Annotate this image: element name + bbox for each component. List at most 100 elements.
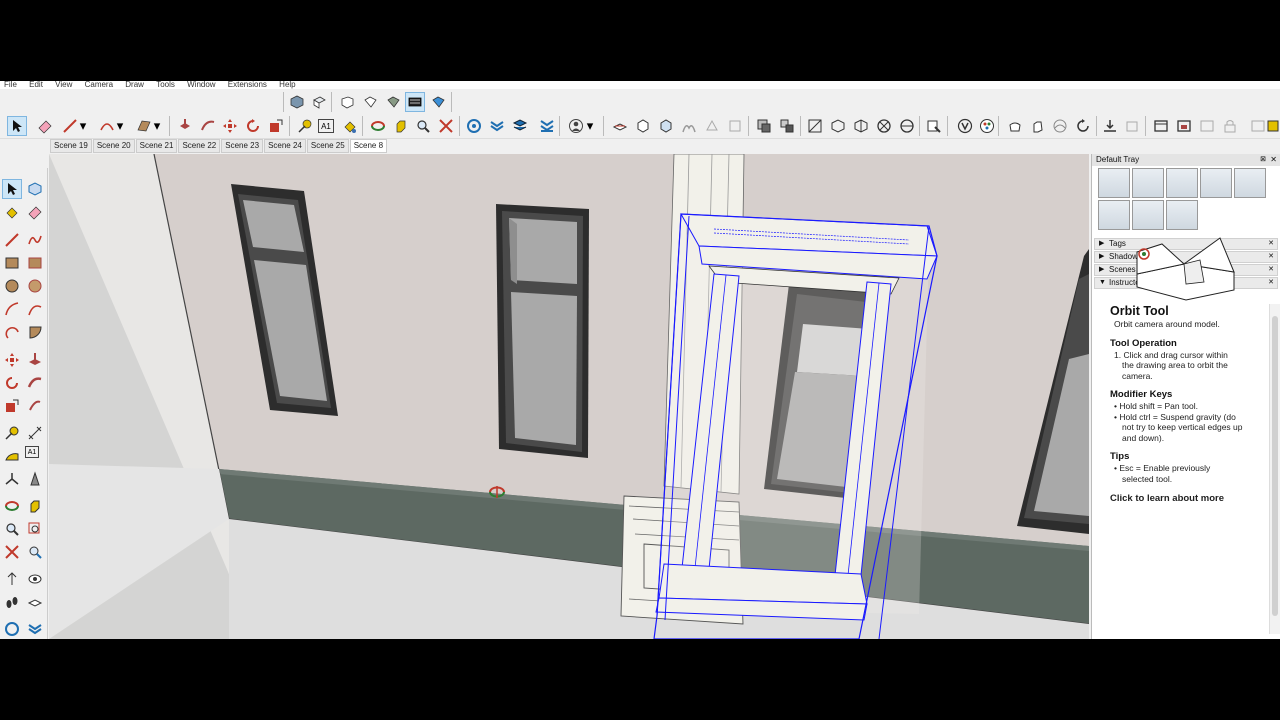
right-view-icon[interactable] <box>360 92 380 112</box>
extension-manager-icon[interactable] <box>537 116 557 136</box>
style-thumbnail[interactable] <box>1132 168 1164 198</box>
line-dropdown-icon[interactable]: ▾ <box>78 116 88 136</box>
zoom-window-icon[interactable] <box>25 519 45 539</box>
intersect-icon[interactable] <box>851 116 871 136</box>
menu-window[interactable]: Window <box>187 81 215 89</box>
tape-measure-icon[interactable] <box>2 423 22 443</box>
menu-edit[interactable]: Edit <box>29 81 43 89</box>
look-around-icon[interactable] <box>25 569 45 589</box>
line-tool-icon[interactable] <box>2 230 22 250</box>
orbit-tool-icon[interactable] <box>368 116 388 136</box>
groups-icon[interactable] <box>777 116 797 136</box>
close-panel-icon[interactable]: ✕ <box>1268 265 1274 275</box>
scene-tab-8[interactable]: Scene 8 <box>349 139 388 153</box>
zoom-tool-icon[interactable] <box>2 519 22 539</box>
make-component-icon[interactable] <box>25 179 45 199</box>
front-view-icon[interactable] <box>337 92 357 112</box>
learn-more-link[interactable]: Click to learn about more <box>1110 493 1266 504</box>
paint-bucket-icon[interactable] <box>2 202 22 222</box>
menu-tools[interactable]: Tools <box>156 81 175 89</box>
menu-view[interactable]: View <box>55 81 72 89</box>
section-plane-icon[interactable] <box>25 592 45 612</box>
offset-tool-icon[interactable] <box>25 396 45 416</box>
previous-view-icon[interactable] <box>25 542 45 562</box>
solid-tools-icon[interactable] <box>805 116 825 136</box>
scene-tab-19[interactable]: Scene 19 <box>50 139 92 153</box>
three-point-arc-icon[interactable] <box>2 322 22 342</box>
pan-tool-icon[interactable] <box>391 116 411 136</box>
styles-icon[interactable] <box>955 116 975 136</box>
axes-tool-icon[interactable] <box>2 469 22 489</box>
settings-icon[interactable] <box>1266 116 1280 136</box>
zoom-extents-icon[interactable] <box>436 116 456 136</box>
lock-icon[interactable] <box>1220 116 1240 136</box>
layout-icon[interactable] <box>510 116 530 136</box>
layers-icon[interactable] <box>25 619 45 639</box>
arc-tool-icon[interactable] <box>2 299 22 319</box>
pan-tool-icon[interactable] <box>25 496 45 516</box>
arc-tool-icon[interactable] <box>97 116 117 136</box>
teapot-icon[interactable] <box>1005 116 1025 136</box>
rotate-tool-icon[interactable] <box>243 116 263 136</box>
3d-text-icon[interactable] <box>25 469 45 489</box>
section-plane-icon[interactable] <box>610 116 630 136</box>
push-pull-icon[interactable] <box>175 116 195 136</box>
zoom-extents-icon[interactable] <box>2 542 22 562</box>
scale-tool-icon[interactable] <box>266 116 286 136</box>
menu-draw[interactable]: Draw <box>125 81 144 89</box>
zoom-tool-icon[interactable] <box>413 116 433 136</box>
protractor-icon[interactable] <box>2 446 22 466</box>
freehand-icon[interactable] <box>25 230 45 250</box>
dimension-icon[interactable] <box>25 423 45 443</box>
two-point-arc-icon[interactable] <box>25 299 45 319</box>
scene-tab-21[interactable]: Scene 21 <box>135 139 178 153</box>
materials-icon[interactable] <box>977 116 997 136</box>
diagram-icon[interactable] <box>1248 116 1268 136</box>
move-tool-icon[interactable] <box>2 350 22 370</box>
text-tool-icon[interactable]: A1 <box>25 446 39 458</box>
tape-measure-icon[interactable] <box>295 116 315 136</box>
polygon-tool-icon[interactable] <box>25 276 45 296</box>
wireframe-icon[interactable] <box>679 116 699 136</box>
drawing-area[interactable] <box>49 154 1089 639</box>
panel-icon[interactable] <box>1197 116 1217 136</box>
instructor-scrollbar[interactable] <box>1269 304 1280 634</box>
select-tool-icon[interactable] <box>2 179 22 199</box>
close-panel-icon[interactable]: ✕ <box>1268 239 1274 249</box>
account-dropdown-icon[interactable]: ▾ <box>585 116 595 136</box>
bottom-view-icon[interactable] <box>428 92 448 112</box>
sandbox-icon[interactable] <box>924 116 944 136</box>
subtract-icon[interactable] <box>897 116 917 136</box>
outer-shell-icon[interactable] <box>828 116 848 136</box>
paint-bucket-icon[interactable] <box>340 116 360 136</box>
union-icon[interactable] <box>874 116 894 136</box>
pin-tray-icon[interactable]: ⊠ <box>1260 154 1266 166</box>
close-panel-icon[interactable]: ✕ <box>1268 252 1274 262</box>
refresh-icon[interactable] <box>1073 116 1093 136</box>
scale-tool-icon[interactable] <box>2 396 22 416</box>
scene-tab-22[interactable]: Scene 22 <box>178 139 221 153</box>
export-icon[interactable] <box>1122 116 1142 136</box>
menu-file[interactable]: File <box>4 81 17 89</box>
shaded-icon[interactable] <box>725 116 745 136</box>
scene-tab-24[interactable]: Scene 24 <box>264 139 306 153</box>
rotated-rect-icon[interactable] <box>25 253 45 273</box>
rotate-tool-icon[interactable] <box>2 373 22 393</box>
close-tray-icon[interactable]: ✕ <box>1270 154 1277 166</box>
line-tool-icon[interactable] <box>60 116 80 136</box>
scene-tab-20[interactable]: Scene 20 <box>92 139 135 153</box>
walk-icon[interactable] <box>1050 116 1070 136</box>
walk-tool-icon[interactable] <box>2 592 22 612</box>
close-panel-icon[interactable]: ✕ <box>1268 278 1274 288</box>
scene-tab-23[interactable]: Scene 23 <box>221 139 264 153</box>
back-view-icon[interactable] <box>383 92 403 112</box>
style-thumbnail[interactable] <box>1132 200 1164 230</box>
eraser-icon[interactable] <box>25 202 45 222</box>
dialog-icon[interactable] <box>1174 116 1194 136</box>
select-tool-icon[interactable] <box>7 116 27 136</box>
selected-window-frame[interactable] <box>653 213 938 639</box>
scrollbar-thumb[interactable] <box>1272 316 1278 616</box>
pie-tool-icon[interactable] <box>25 322 45 342</box>
iso-view-icon[interactable] <box>287 92 307 112</box>
warehouse-icon[interactable] <box>2 619 22 639</box>
